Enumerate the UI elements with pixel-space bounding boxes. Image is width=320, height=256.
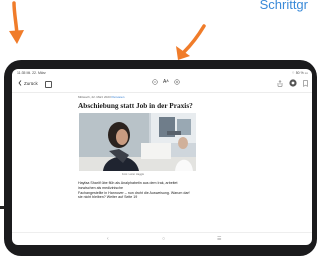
menu-button[interactable]: ☰ xyxy=(217,236,221,242)
grid-icon[interactable] xyxy=(45,81,52,88)
article-header: Mittwoch, 22. März 2023 Personen Abschie… xyxy=(78,95,194,110)
bottom-navigation: ‹ ○ ☰ xyxy=(12,232,312,245)
status-time: 11:35 Mi. 22. März xyxy=(17,71,46,75)
article-body-line: sie nicht bleiben? Weiter auf Seite 19 xyxy=(78,195,138,200)
previous-page-button[interactable]: ‹ xyxy=(107,236,109,242)
zoom-out-icon[interactable] xyxy=(152,79,158,85)
chevron-left-icon xyxy=(18,80,22,86)
status-bar: 11:35 Mi. 22. März ⌔ 50 % ▭ xyxy=(12,69,312,76)
reader-toolbar: Zurück Aᴬ xyxy=(12,76,312,93)
article-section-tag[interactable]: Personen xyxy=(112,95,125,99)
home-button[interactable]: ○ xyxy=(162,236,165,242)
article-photo-illustration xyxy=(79,113,196,171)
bookmark-icon[interactable] xyxy=(303,79,308,87)
settings-icon[interactable] xyxy=(289,79,297,87)
article-date: Mittwoch, 22. März 2023 xyxy=(78,95,111,99)
share-icon[interactable] xyxy=(277,79,283,87)
article-body: Hayfaa Shariif übe flüh als Analphabetin… xyxy=(78,181,208,200)
font-size-label[interactable]: Aᴬ xyxy=(163,79,169,85)
tablet-screen: 11:35 Mi. 22. März ⌔ 50 % ▭ Zurück Aᴬ Mi… xyxy=(12,69,312,245)
font-size-controls: Aᴬ xyxy=(152,79,180,85)
toolbar-actions xyxy=(277,79,308,87)
article-meta: Mittwoch, 22. März 2023 Personen xyxy=(78,95,194,99)
photo-caption: Foto: Leiter Haggle xyxy=(122,173,145,176)
back-label: Zurück xyxy=(24,80,38,86)
back-button[interactable]: Zurück xyxy=(18,80,38,86)
zoom-in-icon[interactable] xyxy=(173,79,180,85)
annotation-arrow-center xyxy=(176,24,206,60)
article-headline: Abschiebung statt Job in der Praxis? xyxy=(78,101,193,110)
article-photo xyxy=(79,113,196,171)
background-heading: Schrittgr xyxy=(259,0,308,12)
annotation-arrow-left xyxy=(9,1,24,44)
